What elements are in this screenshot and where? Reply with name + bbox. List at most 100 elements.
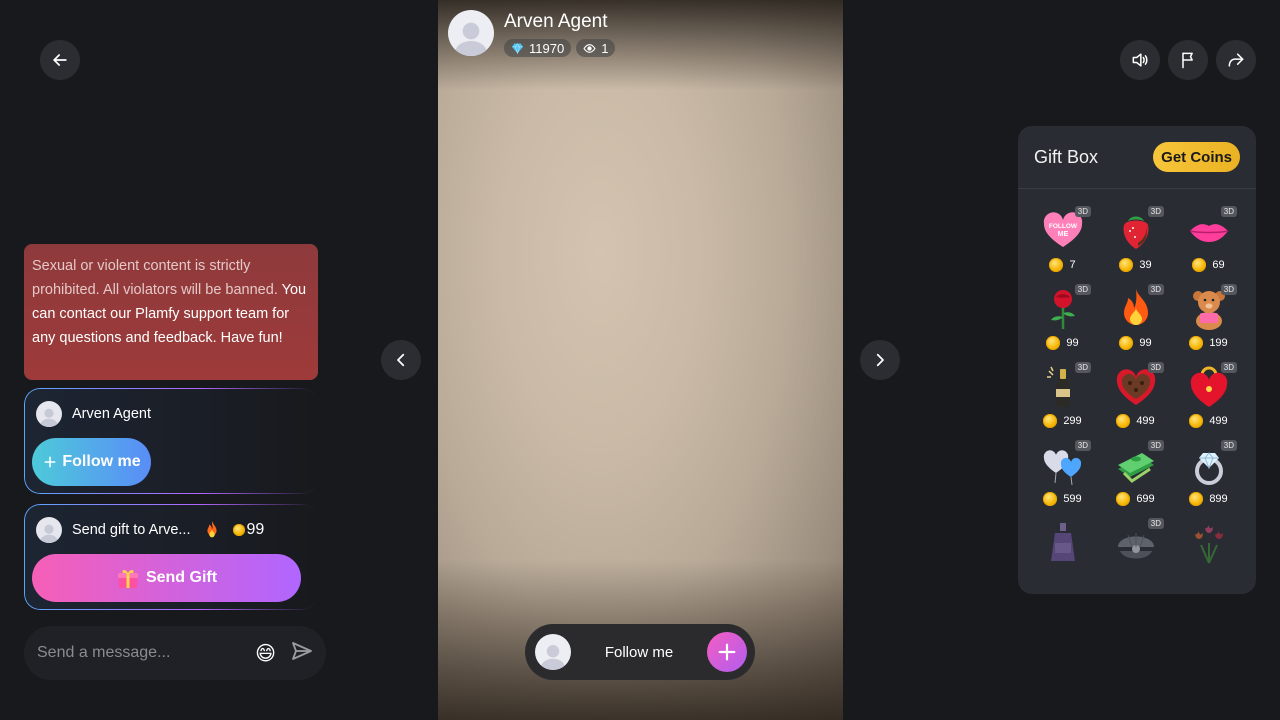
gift-price: 499 (1189, 414, 1228, 428)
gift-price-value: 499 (1209, 415, 1228, 427)
viewer-count: 1 (601, 40, 609, 56)
coin-icon (232, 524, 245, 536)
gift-price-value: 99 (1139, 337, 1152, 349)
gift-price-value: 699 (1136, 493, 1155, 505)
gift-item-money-stack[interactable]: 3D 699 (1099, 436, 1172, 510)
avatar (36, 517, 62, 543)
viewer-count-badge: 1 (576, 39, 616, 57)
send-gift-label: Send Gift (145, 569, 218, 586)
message-composer: 😄 (24, 626, 326, 680)
gift-3d-badge: 3D (1147, 284, 1164, 295)
gift-item-follow-me-heart[interactable]: 3D FOLLOW ME 7 (1026, 202, 1099, 276)
gift-item-heart-lock[interactable]: 3D 499 (1172, 358, 1245, 432)
coin-icon (1189, 336, 1204, 350)
avatar (535, 634, 571, 670)
back-button[interactable] (40, 40, 80, 80)
follow-button[interactable]: Follow me (32, 438, 151, 486)
gift-price: 39 (1119, 258, 1152, 272)
host-avatar[interactable] (448, 10, 494, 56)
user-silhouette-icon (39, 524, 59, 543)
community-notice: Sexual or violent content is strictly pr… (24, 244, 318, 380)
gift-box-panel: Gift Box Get Coins 3D FOLLOW ME 7 3D 39 3D 69 3D… (1018, 126, 1256, 594)
gift-price-value: 299 (1063, 415, 1082, 427)
follow-button-label: Follow me (62, 453, 141, 470)
gift-price: 99 (1119, 336, 1152, 350)
gift-3d-badge: 3D (1220, 440, 1237, 451)
svg-text:ME: ME (1057, 231, 1068, 238)
tulips-icon (1186, 520, 1232, 566)
coin-icon (1119, 336, 1134, 350)
coin-icon (1043, 492, 1058, 506)
gift-3d-badge: 3D (1074, 206, 1091, 217)
gift-item-champagne[interactable]: 3D 299 (1026, 358, 1099, 432)
gift-3d-badge: 3D (1220, 284, 1237, 295)
gift-price: 69 (1192, 258, 1225, 272)
share-icon (1228, 53, 1244, 67)
send-button[interactable] (290, 639, 314, 668)
gift-item-tulips[interactable] (1172, 514, 1245, 588)
gift-price-value: 39 (1139, 259, 1152, 271)
user-silhouette-icon (39, 408, 59, 427)
diamond-count-badge: 11970 (504, 39, 572, 57)
perfume-icon (1040, 520, 1086, 566)
follow-plus-button[interactable] (707, 632, 747, 672)
gift-price-value: 99 (1066, 337, 1079, 349)
gift-price: 7 (1049, 258, 1076, 272)
gift-3d-badge: 3D (1147, 206, 1164, 217)
gift-item-diamond-ring[interactable]: 3D 899 (1172, 436, 1245, 510)
message-input[interactable] (37, 644, 256, 662)
coin-icon (1189, 492, 1204, 506)
gift-grid: 3D FOLLOW ME 7 3D 39 3D 69 3D 99 3D 99 3D 199 3D 299 3D 4… (1018, 202, 1256, 588)
gift-item-balloon-hearts[interactable]: 3D 599 (1026, 436, 1099, 510)
host-name: Arven Agent (504, 11, 608, 32)
gift-item-chocolate-strawberry[interactable]: 3D 39 (1099, 202, 1172, 276)
coin-icon (1116, 492, 1131, 506)
gift-3d-badge: 3D (1220, 362, 1237, 373)
chevron-right-icon (876, 353, 884, 367)
live-video[interactable]: Arven Agent 11970 1 Follow me (438, 0, 843, 720)
share-button[interactable] (1216, 40, 1256, 80)
next-stream-button[interactable] (860, 340, 900, 380)
gift-price: 599 (1043, 492, 1082, 506)
sound-button[interactable] (1120, 40, 1160, 80)
gift-card-price: 99 (246, 521, 265, 538)
pearl-shell-icon (1113, 520, 1159, 566)
coin-icon (1189, 414, 1204, 428)
gift-item-pearl-shell[interactable]: 3D (1099, 514, 1172, 588)
gift-item-perfume[interactable] (1026, 514, 1099, 588)
gift-item-heart-chocolate-box[interactable]: 3D 499 (1099, 358, 1172, 432)
send-icon (292, 641, 312, 660)
gift-price-value: 199 (1209, 337, 1228, 349)
gift-card-text: Send gift to Arve... (72, 522, 191, 538)
user-silhouette-icon (454, 22, 488, 56)
get-coins-button[interactable]: Get Coins (1153, 142, 1240, 172)
plus-icon (718, 643, 736, 661)
gift-icon (117, 569, 138, 588)
gift-item-lips[interactable]: 3D 69 (1172, 202, 1245, 276)
gift-item-teddy-bear[interactable]: 3D 199 (1172, 280, 1245, 354)
coin-icon (1119, 258, 1134, 272)
gift-price: 99 (1046, 336, 1079, 350)
eye-icon (583, 43, 596, 53)
gift-price-value: 69 (1212, 259, 1225, 271)
send-gift-button[interactable]: Send Gift (32, 554, 301, 602)
gift-price: 899 (1189, 492, 1228, 506)
follow-card: Arven Agent Follow me (24, 388, 318, 494)
diamond-count: 11970 (529, 40, 565, 56)
gift-price: 199 (1189, 336, 1228, 350)
gift-item-rose[interactable]: 3D 99 (1026, 280, 1099, 354)
emoji-icon[interactable]: 😄 (255, 641, 276, 666)
report-button[interactable] (1168, 40, 1208, 80)
gift-price-value: 899 (1209, 493, 1228, 505)
coin-icon (1192, 258, 1207, 272)
host-info[interactable]: Arven Agent 11970 1 (448, 10, 616, 57)
coin-icon (1049, 258, 1064, 272)
gift-price-value: 7 (1069, 259, 1076, 271)
gift-item-fire[interactable]: 3D 99 (1099, 280, 1172, 354)
plus-icon (44, 456, 56, 468)
gift-3d-badge: 3D (1074, 362, 1091, 373)
previous-stream-button[interactable] (381, 340, 421, 380)
gift-price: 299 (1043, 414, 1082, 428)
fire-icon (206, 520, 217, 538)
arrow-left-icon (53, 54, 67, 66)
